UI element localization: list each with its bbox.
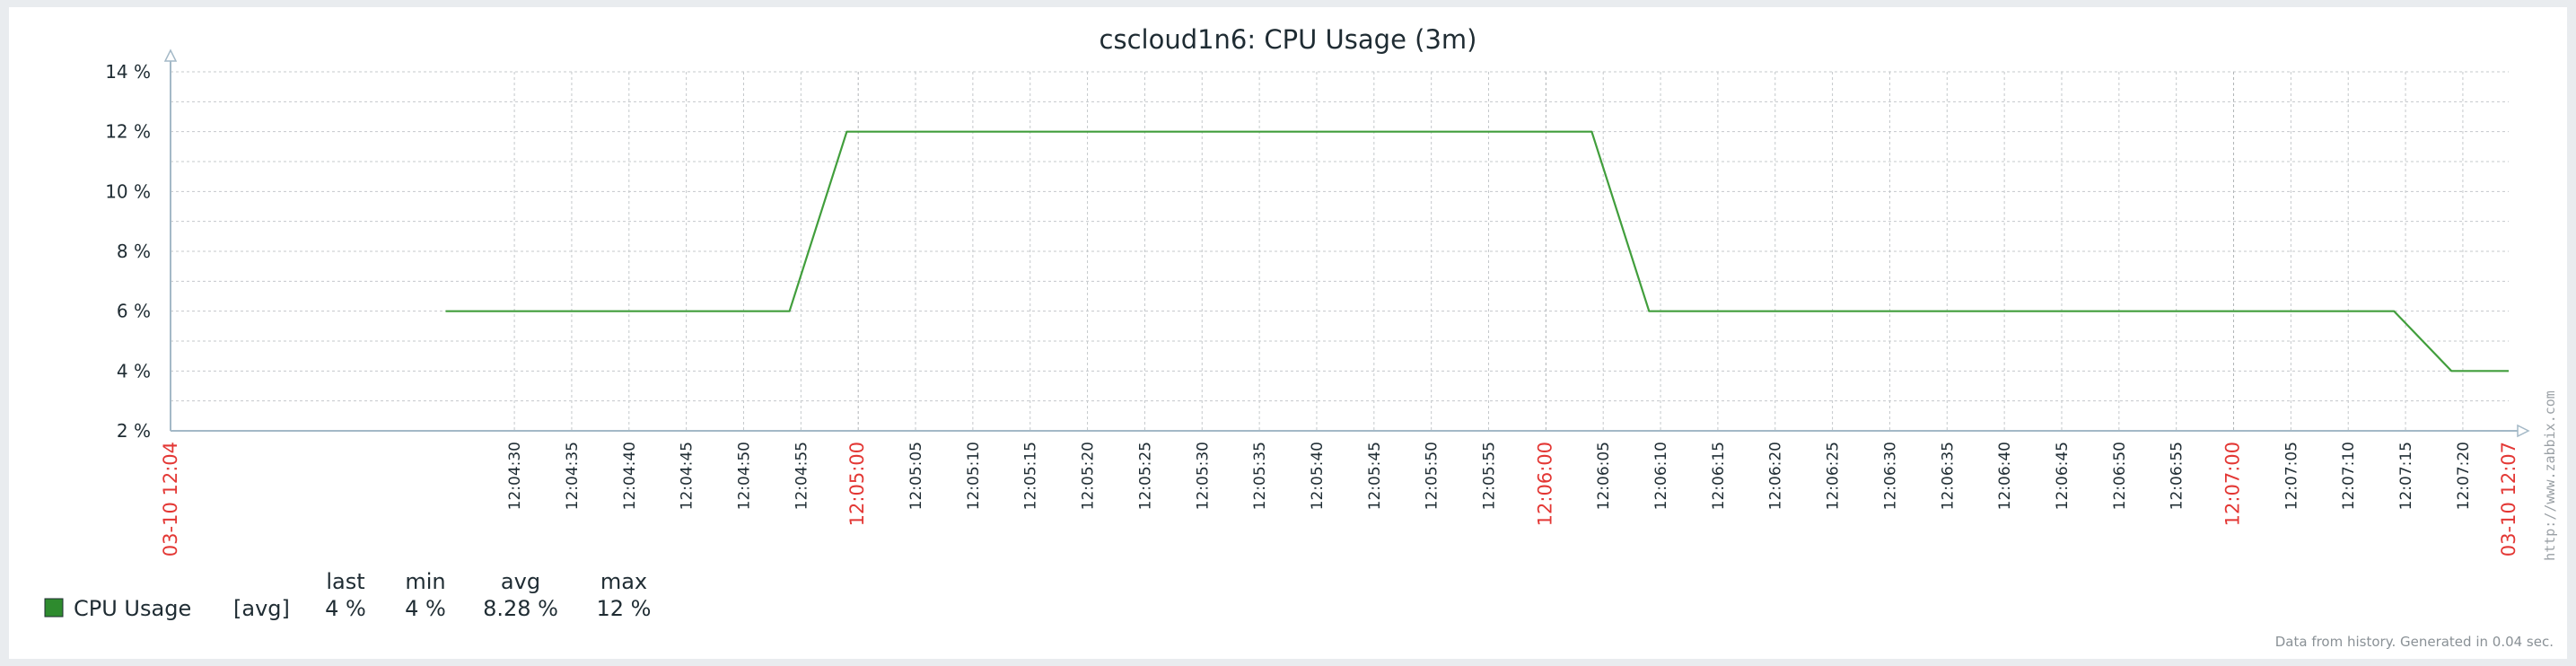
- x-end-label: 03-10 12:07: [2498, 442, 2519, 556]
- legend-value-max: 12 %: [597, 596, 652, 621]
- x-tick-label: 12:07:10: [2340, 442, 2358, 510]
- x-tick-label: 12:05:25: [1136, 442, 1154, 510]
- x-tick-label: 12:05:30: [1194, 442, 1212, 510]
- y-tick-label: 12 %: [105, 121, 151, 143]
- x-tick-label: 12:06:10: [1652, 442, 1670, 510]
- x-tick-label: 12:04:55: [793, 442, 810, 510]
- x-tick-label: 12:06:05: [1595, 442, 1613, 510]
- generation-footer: Data from history. Generated in 0.04 sec…: [2275, 634, 2554, 650]
- x-tick-label: 12:04:30: [506, 442, 524, 510]
- y-tick-label: 2 %: [117, 420, 151, 442]
- x-tick-label: 12:06:20: [1767, 442, 1785, 510]
- x-tick-label: 12:06:50: [2111, 442, 2129, 510]
- x-tick-label: 12:07:20: [2455, 442, 2473, 510]
- x-tick-label: 12:07:15: [2397, 442, 2415, 510]
- legend-header-max: max: [600, 569, 647, 594]
- zabbix-watermark: http://www.zabbix.com: [2542, 390, 2558, 561]
- cpu-usage-chart: cscloud1n6: CPU Usage (3m) 2 % 4 % 6 % 8 % 1…: [44, 24, 2558, 650]
- x-tick-label: 12:04:40: [621, 442, 639, 510]
- y-tick-label: 14 %: [105, 61, 151, 83]
- legend-value-avg: 8.28 %: [483, 596, 558, 621]
- x-tick-label: 12:06:55: [2169, 442, 2186, 510]
- x-tick-label: 12:04:35: [564, 442, 582, 510]
- grid: [171, 71, 2509, 431]
- chart-title: cscloud1n6: CPU Usage (3m): [1100, 24, 1477, 55]
- x-tick-label: 12:05:20: [1080, 442, 1098, 510]
- x-tick-label: 12:05:45: [1366, 442, 1384, 510]
- x-tick-label: 12:06:35: [1939, 442, 1957, 510]
- x-major-tick-label: 12:05:00: [846, 442, 868, 526]
- x-tick-label: 12:05:35: [1251, 442, 1269, 510]
- y-tick-label: 8 %: [117, 241, 151, 262]
- x-tick-label: 12:06:15: [1710, 442, 1728, 510]
- series-line-cpu-usage: [445, 130, 2509, 372]
- x-tick-label: 12:06:25: [1825, 442, 1843, 510]
- y-tick-label: 10 %: [105, 180, 151, 202]
- y-axis-ticks: 2 % 4 % 6 % 8 % 10 % 12 % 14 %: [105, 61, 151, 442]
- legend-header-last: last: [326, 569, 364, 594]
- x-tick-label: 12:05:55: [1481, 442, 1499, 510]
- x-tick-label: 12:05:15: [1022, 442, 1040, 510]
- y-axis-arrow: [163, 48, 178, 62]
- x-tick-label: 12:04:45: [679, 442, 697, 510]
- x-major-tick-label: 12:07:00: [2222, 442, 2244, 526]
- legend-series-name: CPU Usage: [74, 596, 191, 621]
- legend-swatch: [44, 598, 64, 618]
- y-tick-label: 4 %: [117, 360, 151, 381]
- legend-series-func: [avg]: [233, 596, 290, 621]
- legend-header-min: min: [405, 569, 445, 594]
- legend-value-min: 4 %: [405, 596, 446, 621]
- x-tick-label: 12:06:45: [2054, 442, 2072, 510]
- x-tick-label: 12:05:05: [907, 442, 925, 510]
- legend-value-last: 4 %: [325, 596, 366, 621]
- x-tick-label: 12:05:50: [1424, 442, 1441, 510]
- x-tick-label: 12:05:40: [1309, 442, 1327, 510]
- x-start-label: 03-10 12:04: [160, 442, 181, 556]
- x-tick-label: 12:06:40: [1996, 442, 2014, 510]
- x-axis-arrow: [2517, 424, 2530, 438]
- legend-header-avg: avg: [501, 569, 540, 594]
- x-tick-label: 12:05:10: [965, 442, 983, 510]
- x-axis-ticks: 12:04:30 12:04:35 12:04:40 12:04:45 12:04:50…: [160, 442, 2519, 556]
- x-major-tick-label: 12:06:00: [1534, 442, 1555, 526]
- y-tick-label: 6 %: [117, 301, 151, 322]
- series: [445, 130, 2509, 372]
- x-tick-label: 12:06:30: [1881, 442, 1899, 510]
- legend: last min avg max CPU Usage [avg] 4 % 4 %…: [44, 569, 652, 621]
- x-tick-label: 12:04:50: [735, 442, 753, 510]
- axes: [163, 48, 2530, 438]
- x-tick-label: 12:07:05: [2282, 442, 2300, 510]
